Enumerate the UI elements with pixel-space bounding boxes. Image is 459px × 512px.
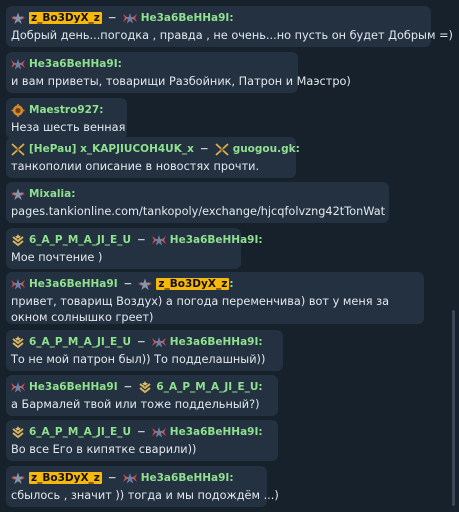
marshal-wings-icon [11,381,25,394]
header-colon: : [258,234,263,246]
sender-nickname[interactable]: He3a6BeHHa9I [29,278,118,290]
marshal-wings-icon [11,278,25,291]
message-header: He3a6BeHHa9I: [11,56,292,72]
reply-separator: − [123,381,133,393]
private-star-icon [138,278,153,291]
chat-message[interactable]: z_Bo3DyX_z − He3a6BeHHa9I: Добрый день...по… [6,6,453,47]
header-colon: : [229,472,234,484]
sender-nickname[interactable]: z_Bo3DyX_z [29,472,102,484]
chat-message[interactable]: Maestro927: Неза шесть венная [6,98,127,139]
marshal-wings-icon [122,472,137,485]
chevron-rank-icon [138,380,152,394]
message-text: То не мой патрон был)) То подделашный)) [11,353,266,366]
message-header: z_Bo3DyX_z − He3a6BeHHa9I: [11,10,425,26]
private-star-icon [11,472,25,485]
recipient-nickname[interactable]: He3a6BeHHa9I [170,234,259,246]
reply-separator: − [136,336,146,348]
recipient-nickname[interactable]: guogou.gk [233,143,296,155]
chat-message[interactable]: Mixalia: pages.tankionline.com/tankopoly/… [6,182,389,223]
message-text: а Бармалей твой или тоже поддельный?) [11,398,260,411]
message-header: [HePau] x_KAPJIUCOH4UK_x − guogou.gk: [11,141,300,157]
header-colon: : [229,278,234,290]
chat-message-list[interactable]: z_Bo3DyX_z − He3a6BeHHa9I: Добрый день...по… [0,0,459,512]
private-star-icon [11,12,25,25]
header-colon: : [258,336,263,348]
reply-separator: − [136,234,146,246]
header-colon: : [99,104,104,116]
chat-message[interactable]: 6_A_P_M_A_JI_E_U − He3a6BeHHa9I: Мое почтен… [6,228,263,269]
header-colon: : [229,12,234,24]
chat-message[interactable]: 6_A_P_M_A_JI_E_U − He3a6BeHHa9I: То не мой … [6,330,283,371]
message-header: He3a6BeHHa9I − 6_A_P_M_A_JI_E_U: [11,379,272,395]
message-header: Maestro927: [11,102,121,118]
sender-nickname[interactable]: 6_A_P_M_A_JI_E_U [29,234,131,246]
chevron-rank-icon [11,425,25,439]
chat-message[interactable]: He3a6BeHHa9I − z_Bo3DyX_z: привет, товарищ … [6,272,424,324]
marshal-wings-icon [11,58,25,71]
marshal-wings-icon [151,336,166,349]
private-star-icon [11,188,25,201]
reply-separator: − [123,278,133,290]
marshal-wings-icon [122,12,137,25]
chat-message[interactable]: 6_A_P_M_A_JI_E_U − He3a6BeHHa9I: Во все Его… [6,420,278,461]
chat-message[interactable]: [HePau] x_KAPJIUCOH4UK_x − guogou.gk: танко… [6,137,300,178]
gear-rank-icon [11,103,25,117]
header-colon: : [258,426,263,438]
reply-separator: − [107,472,117,484]
chat-message[interactable]: He3a6BeHHa9I: и вам приветы, товарищи Раз… [6,52,351,93]
message-text: и вам приветы, товарищи Разбойник, Патро… [11,75,351,88]
chevron-rank-icon [11,233,25,247]
sender-nickname[interactable]: z_Bo3DyX_z [29,12,102,24]
message-text: Мое почтение ) [11,251,103,264]
recipient-nickname[interactable]: He3a6BeHHa9I [141,12,230,24]
sender-nickname[interactable]: Mixalia [29,188,71,200]
message-header: 6_A_P_M_A_JI_E_U − He3a6BeHHa9I: [11,232,263,248]
crossed-swords-rank-icon [11,142,25,156]
header-colon: : [117,58,122,70]
header-colon: : [295,143,300,155]
message-header: Mixalia: [11,186,383,202]
crossed-swords-rank-icon [215,142,229,156]
sender-nickname[interactable]: He3a6BeHHa9I [29,58,118,70]
message-header: z_Bo3DyX_z − He3a6BeHHa9I: [11,470,261,486]
message-text: привет, товарищ Воздух) а погода перемен… [11,295,390,324]
message-text: pages.tankionline.com/tankopoly/exchange… [11,205,386,218]
reply-separator: − [136,426,146,438]
recipient-nickname[interactable]: He3a6BeHHa9I [141,472,230,484]
message-text: сбылось , значит )) тогда и мы подождём … [11,489,279,502]
message-text: Неза шесть венная [11,121,126,134]
chevron-rank-icon [11,335,25,349]
header-colon: : [71,188,76,200]
recipient-nickname[interactable]: 6_A_P_M_A_JI_E_U [156,381,258,393]
header-colon: : [258,381,263,393]
message-header: He3a6BeHHa9I − z_Bo3DyX_z: [11,276,418,292]
message-text: Добрый день...погодка , правда , не очен… [11,29,453,42]
reply-separator: − [107,12,117,24]
message-header: 6_A_P_M_A_JI_E_U − He3a6BeHHa9I: [11,424,272,440]
recipient-nickname[interactable]: He3a6BeHHa9I [170,426,259,438]
scrollbar[interactable] [452,310,455,506]
sender-nickname[interactable]: [HePau] x_KAPJIUCOH4UK_x [29,143,194,155]
reply-separator: − [199,143,209,155]
sender-nickname[interactable]: Maestro927 [29,104,99,116]
sender-nickname[interactable]: He3a6BeHHa9I [29,381,118,393]
marshal-wings-icon [151,234,166,247]
recipient-nickname[interactable]: He3a6BeHHa9I [170,336,259,348]
sender-nickname[interactable]: 6_A_P_M_A_JI_E_U [29,426,131,438]
message-header: 6_A_P_M_A_JI_E_U − He3a6BeHHa9I: [11,334,277,350]
message-text: Во все Его в кипятке сварили)) [11,443,197,456]
chat-message[interactable]: He3a6BeHHa9I − 6_A_P_M_A_JI_E_U: а Бармалей… [6,375,278,416]
message-text: танкополии описание в новостях прочти. [11,160,260,173]
sender-nickname[interactable]: 6_A_P_M_A_JI_E_U [29,336,131,348]
chat-message[interactable]: z_Bo3DyX_z − He3a6BeHHa9I: сбылось , значит… [6,466,279,507]
recipient-nickname[interactable]: z_Bo3DyX_z [156,278,230,290]
marshal-wings-icon [151,426,166,439]
